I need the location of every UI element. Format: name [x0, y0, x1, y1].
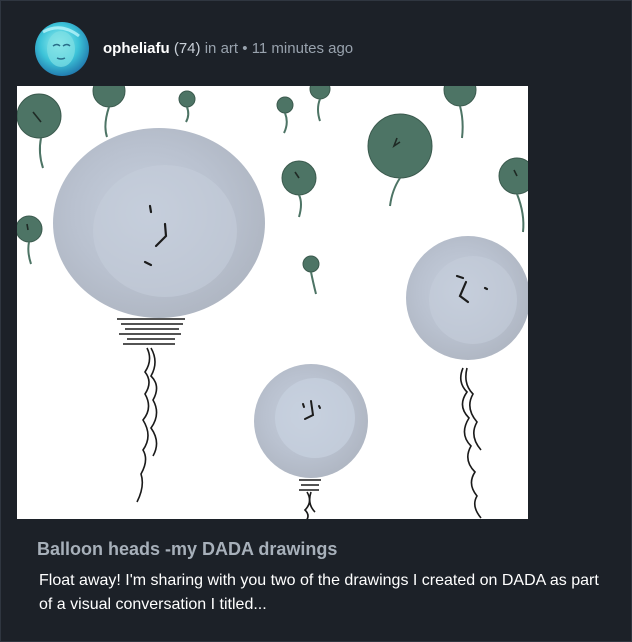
- community-link[interactable]: art: [221, 40, 239, 57]
- post-card: opheliafu (74) in art • 11 minutes ago B…: [0, 0, 632, 642]
- author-link[interactable]: opheliafu: [103, 40, 170, 57]
- author-reputation: (74): [173, 40, 201, 57]
- avatar-image: [35, 22, 89, 76]
- balloon-heads-drawing: [17, 86, 528, 519]
- post-timestamp[interactable]: 11 minutes ago: [252, 40, 353, 57]
- meta-separator: •: [242, 40, 248, 57]
- post-meta: opheliafu (74) in art • 11 minutes ago: [103, 39, 353, 59]
- author-avatar[interactable]: [35, 22, 89, 76]
- in-label: in: [204, 40, 217, 57]
- post-image[interactable]: [17, 86, 528, 519]
- post-title[interactable]: Balloon heads -my DADA drawings: [37, 539, 337, 560]
- post-summary[interactable]: Float away! I'm sharing with you two of …: [39, 569, 599, 617]
- post-header: opheliafu (74) in art • 11 minutes ago: [35, 21, 353, 77]
